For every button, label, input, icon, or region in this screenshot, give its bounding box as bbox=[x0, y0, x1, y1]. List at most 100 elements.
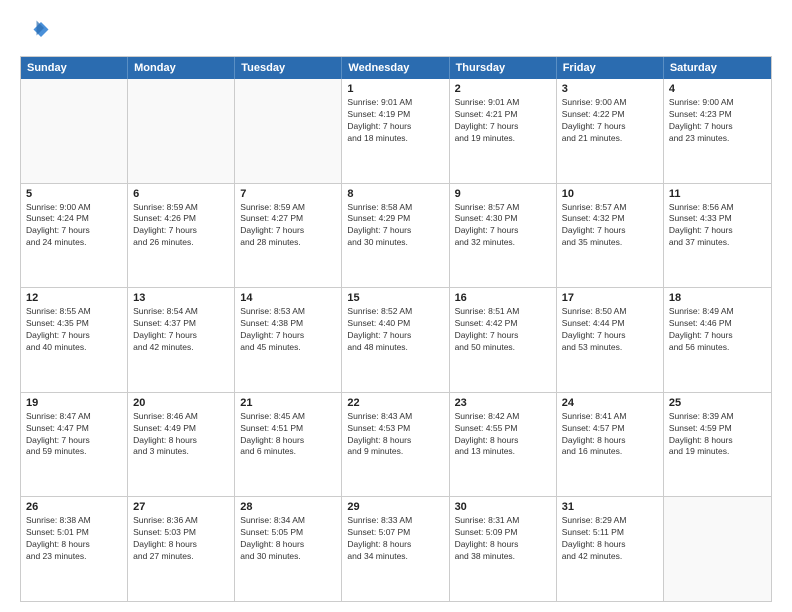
cell-info: Sunrise: 8:33 AM Sunset: 5:07 PM Dayligh… bbox=[347, 515, 443, 563]
cal-cell: 15 Sunrise: 8:52 AM Sunset: 4:40 PM Dayli… bbox=[342, 288, 449, 392]
cell-info: Sunrise: 8:54 AM Sunset: 4:37 PM Dayligh… bbox=[133, 306, 229, 354]
day-number: 22 bbox=[347, 397, 443, 409]
day-number: 12 bbox=[26, 292, 122, 304]
logo-icon bbox=[20, 16, 50, 46]
day-number: 10 bbox=[562, 188, 658, 200]
cell-info: Sunrise: 8:53 AM Sunset: 4:38 PM Dayligh… bbox=[240, 306, 336, 354]
cal-cell: 21Sunrise: 8:45 AM Sunset: 4:51 PM Dayli… bbox=[235, 393, 342, 497]
cal-cell bbox=[664, 497, 771, 601]
day-number: 6 bbox=[133, 188, 229, 200]
week-row-4: 19 Sunrise: 8:47 AM Sunset: 4:47 PM Dayli… bbox=[21, 393, 771, 498]
day-number: 5 bbox=[26, 188, 122, 200]
cal-cell bbox=[235, 79, 342, 183]
cal-cell: 11 Sunrise: 8:56 AM Sunset: 4:33 PM Dayli… bbox=[664, 184, 771, 288]
cal-cell: 22 Sunrise: 8:43 AM Sunset: 4:53 PM Dayli… bbox=[342, 393, 449, 497]
cell-info: Sunrise: 8:41 AM Sunset: 4:57 PM Dayligh… bbox=[562, 411, 658, 459]
cal-cell: 24 Sunrise: 8:41 AM Sunset: 4:57 PM Dayli… bbox=[557, 393, 664, 497]
cell-info: Sunrise: 8:59 AM Sunset: 4:27 PM Dayligh… bbox=[240, 202, 336, 250]
cal-cell: 20Sunrise: 8:46 AM Sunset: 4:49 PM Dayli… bbox=[128, 393, 235, 497]
day-number: 18 bbox=[669, 292, 766, 304]
cell-info: Sunrise: 8:36 AM Sunset: 5:03 PM Dayligh… bbox=[133, 515, 229, 563]
cell-info: Sunrise: 8:29 AM Sunset: 5:11 PM Dayligh… bbox=[562, 515, 658, 563]
cell-info: Sunrise: 8:51 AM Sunset: 4:42 PM Dayligh… bbox=[455, 306, 551, 354]
day-number: 2 bbox=[455, 83, 551, 95]
calendar: SundayMondayTuesdayWednesdayThursdayFrid… bbox=[20, 56, 772, 602]
cell-info: Sunrise: 8:59 AM Sunset: 4:26 PM Dayligh… bbox=[133, 202, 229, 250]
day-number: 15 bbox=[347, 292, 443, 304]
cal-cell bbox=[21, 79, 128, 183]
cell-info: Sunrise: 8:56 AM Sunset: 4:33 PM Dayligh… bbox=[669, 202, 766, 250]
day-number: 31 bbox=[562, 501, 658, 513]
logo bbox=[20, 16, 54, 46]
day-number: 24 bbox=[562, 397, 658, 409]
cell-info: Sunrise: 8:55 AM Sunset: 4:35 PM Dayligh… bbox=[26, 306, 122, 354]
cal-cell: 26 Sunrise: 8:38 AM Sunset: 5:01 PM Dayli… bbox=[21, 497, 128, 601]
cell-info: Sunrise: 9:01 AM Sunset: 4:19 PM Dayligh… bbox=[347, 97, 443, 145]
day-number: 11 bbox=[669, 188, 766, 200]
cell-info: Sunrise: 8:38 AM Sunset: 5:01 PM Dayligh… bbox=[26, 515, 122, 563]
cal-cell: 8 Sunrise: 8:58 AM Sunset: 4:29 PM Daylig… bbox=[342, 184, 449, 288]
page: SundayMondayTuesdayWednesdayThursdayFrid… bbox=[0, 0, 792, 612]
header bbox=[20, 16, 772, 46]
day-number: 28 bbox=[240, 501, 336, 513]
calendar-header: SundayMondayTuesdayWednesdayThursdayFrid… bbox=[21, 57, 771, 79]
cell-info: Sunrise: 8:39 AM Sunset: 4:59 PM Dayligh… bbox=[669, 411, 766, 459]
cal-cell: 27 Sunrise: 8:36 AM Sunset: 5:03 PM Dayli… bbox=[128, 497, 235, 601]
header-day-wednesday: Wednesday bbox=[342, 57, 449, 79]
cell-info: Sunrise: 8:43 AM Sunset: 4:53 PM Dayligh… bbox=[347, 411, 443, 459]
cal-cell: 23Sunrise: 8:42 AM Sunset: 4:55 PM Dayli… bbox=[450, 393, 557, 497]
cell-info: Sunrise: 8:57 AM Sunset: 4:32 PM Dayligh… bbox=[562, 202, 658, 250]
day-number: 7 bbox=[240, 188, 336, 200]
cal-cell bbox=[128, 79, 235, 183]
header-day-friday: Friday bbox=[557, 57, 664, 79]
cell-info: Sunrise: 8:52 AM Sunset: 4:40 PM Dayligh… bbox=[347, 306, 443, 354]
calendar-body: 1 Sunrise: 9:01 AM Sunset: 4:19 PM Daylig… bbox=[21, 79, 771, 601]
week-row-1: 1 Sunrise: 9:01 AM Sunset: 4:19 PM Daylig… bbox=[21, 79, 771, 184]
day-number: 19 bbox=[26, 397, 122, 409]
day-number: 16 bbox=[455, 292, 551, 304]
header-day-sunday: Sunday bbox=[21, 57, 128, 79]
cell-info: Sunrise: 9:00 AM Sunset: 4:24 PM Dayligh… bbox=[26, 202, 122, 250]
day-number: 4 bbox=[669, 83, 766, 95]
week-row-5: 26 Sunrise: 8:38 AM Sunset: 5:01 PM Dayli… bbox=[21, 497, 771, 601]
cal-cell: 17 Sunrise: 8:50 AM Sunset: 4:44 PM Dayli… bbox=[557, 288, 664, 392]
cal-cell: 2Sunrise: 9:01 AM Sunset: 4:21 PM Daylig… bbox=[450, 79, 557, 183]
day-number: 29 bbox=[347, 501, 443, 513]
day-number: 13 bbox=[133, 292, 229, 304]
day-number: 27 bbox=[133, 501, 229, 513]
day-number: 14 bbox=[240, 292, 336, 304]
cell-info: Sunrise: 8:31 AM Sunset: 5:09 PM Dayligh… bbox=[455, 515, 551, 563]
day-number: 17 bbox=[562, 292, 658, 304]
cal-cell: 14 Sunrise: 8:53 AM Sunset: 4:38 PM Dayli… bbox=[235, 288, 342, 392]
cell-info: Sunrise: 8:50 AM Sunset: 4:44 PM Dayligh… bbox=[562, 306, 658, 354]
day-number: 26 bbox=[26, 501, 122, 513]
cell-info: Sunrise: 8:58 AM Sunset: 4:29 PM Dayligh… bbox=[347, 202, 443, 250]
cell-info: Sunrise: 8:49 AM Sunset: 4:46 PM Dayligh… bbox=[669, 306, 766, 354]
cal-cell: 29 Sunrise: 8:33 AM Sunset: 5:07 PM Dayli… bbox=[342, 497, 449, 601]
cal-cell: 12 Sunrise: 8:55 AM Sunset: 4:35 PM Dayli… bbox=[21, 288, 128, 392]
day-number: 25 bbox=[669, 397, 766, 409]
header-day-saturday: Saturday bbox=[664, 57, 771, 79]
cal-cell: 7 Sunrise: 8:59 AM Sunset: 4:27 PM Daylig… bbox=[235, 184, 342, 288]
cal-cell: 5 Sunrise: 9:00 AM Sunset: 4:24 PM Daylig… bbox=[21, 184, 128, 288]
day-number: 23 bbox=[455, 397, 551, 409]
cal-cell: 4Sunrise: 9:00 AM Sunset: 4:23 PM Daylig… bbox=[664, 79, 771, 183]
cal-cell: 30Sunrise: 8:31 AM Sunset: 5:09 PM Dayli… bbox=[450, 497, 557, 601]
day-number: 8 bbox=[347, 188, 443, 200]
cell-info: Sunrise: 9:00 AM Sunset: 4:22 PM Dayligh… bbox=[562, 97, 658, 145]
cal-cell: 9 Sunrise: 8:57 AM Sunset: 4:30 PM Daylig… bbox=[450, 184, 557, 288]
cal-cell: 16 Sunrise: 8:51 AM Sunset: 4:42 PM Dayli… bbox=[450, 288, 557, 392]
week-row-3: 12 Sunrise: 8:55 AM Sunset: 4:35 PM Dayli… bbox=[21, 288, 771, 393]
day-number: 1 bbox=[347, 83, 443, 95]
header-day-tuesday: Tuesday bbox=[235, 57, 342, 79]
day-number: 9 bbox=[455, 188, 551, 200]
cal-cell: 18 Sunrise: 8:49 AM Sunset: 4:46 PM Dayli… bbox=[664, 288, 771, 392]
cal-cell: 31 Sunrise: 8:29 AM Sunset: 5:11 PM Dayli… bbox=[557, 497, 664, 601]
cal-cell: 3Sunrise: 9:00 AM Sunset: 4:22 PM Daylig… bbox=[557, 79, 664, 183]
cal-cell: 28Sunrise: 8:34 AM Sunset: 5:05 PM Dayli… bbox=[235, 497, 342, 601]
cal-cell: 10 Sunrise: 8:57 AM Sunset: 4:32 PM Dayli… bbox=[557, 184, 664, 288]
cal-cell: 25 Sunrise: 8:39 AM Sunset: 4:59 PM Dayli… bbox=[664, 393, 771, 497]
cal-cell: 6 Sunrise: 8:59 AM Sunset: 4:26 PM Daylig… bbox=[128, 184, 235, 288]
cell-info: Sunrise: 8:57 AM Sunset: 4:30 PM Dayligh… bbox=[455, 202, 551, 250]
cell-info: Sunrise: 8:47 AM Sunset: 4:47 PM Dayligh… bbox=[26, 411, 122, 459]
